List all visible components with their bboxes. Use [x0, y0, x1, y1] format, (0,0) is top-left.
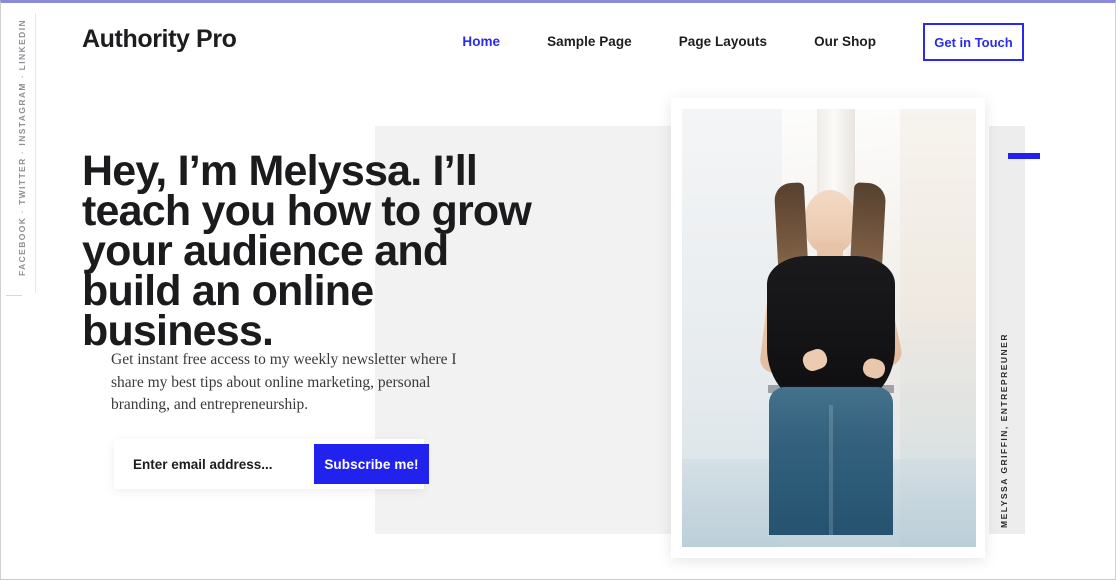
social-link-facebook[interactable]: FACEBOOK: [17, 217, 27, 276]
accent-bar: [1008, 153, 1040, 159]
photo-credit: MELYSSA GRIFFIN, ENTREPREUNER: [999, 333, 1009, 528]
hero-photo: [682, 109, 976, 547]
primary-navigation: Home Sample Page Page Layouts Our Shop G…: [462, 23, 1115, 61]
social-separator: ·: [16, 208, 27, 213]
email-input[interactable]: [114, 440, 314, 488]
social-link-twitter[interactable]: TWITTER: [17, 157, 27, 205]
hero-photo-frame: [671, 98, 985, 558]
page-root: FACEBOOK · TWITTER · INSTAGRAM · LINKEDI…: [1, 3, 1115, 579]
browser-viewport: FACEBOOK · TWITTER · INSTAGRAM · LINKEDI…: [0, 0, 1116, 580]
nav-item-home[interactable]: Home: [462, 23, 500, 61]
social-separator: ·: [16, 149, 27, 154]
nav-item-our-shop[interactable]: Our Shop: [814, 23, 876, 61]
social-rail-tick: [6, 295, 22, 296]
hero-copy: Hey, I’m Melyssa. I’ll teach you how to …: [82, 147, 532, 355]
nav-cta-get-in-touch[interactable]: Get in Touch: [923, 23, 1024, 61]
social-link-instagram[interactable]: INSTAGRAM: [17, 82, 27, 145]
site-logo[interactable]: Authority Pro: [82, 25, 237, 54]
site-header: Authority Pro Home Sample Page Page Layo…: [1, 3, 1115, 79]
hero-subtitle: Get instant free access to my weekly new…: [111, 351, 457, 413]
newsletter-signup-form: Subscribe me!: [114, 439, 429, 489]
hero-title: Hey, I’m Melyssa. I’ll teach you how to …: [82, 147, 532, 355]
nav-item-page-layouts[interactable]: Page Layouts: [679, 23, 767, 61]
photo-figure-jeans: [769, 387, 893, 536]
nav-item-sample-page[interactable]: Sample Page: [547, 23, 632, 61]
subscribe-button[interactable]: Subscribe me!: [314, 444, 429, 484]
